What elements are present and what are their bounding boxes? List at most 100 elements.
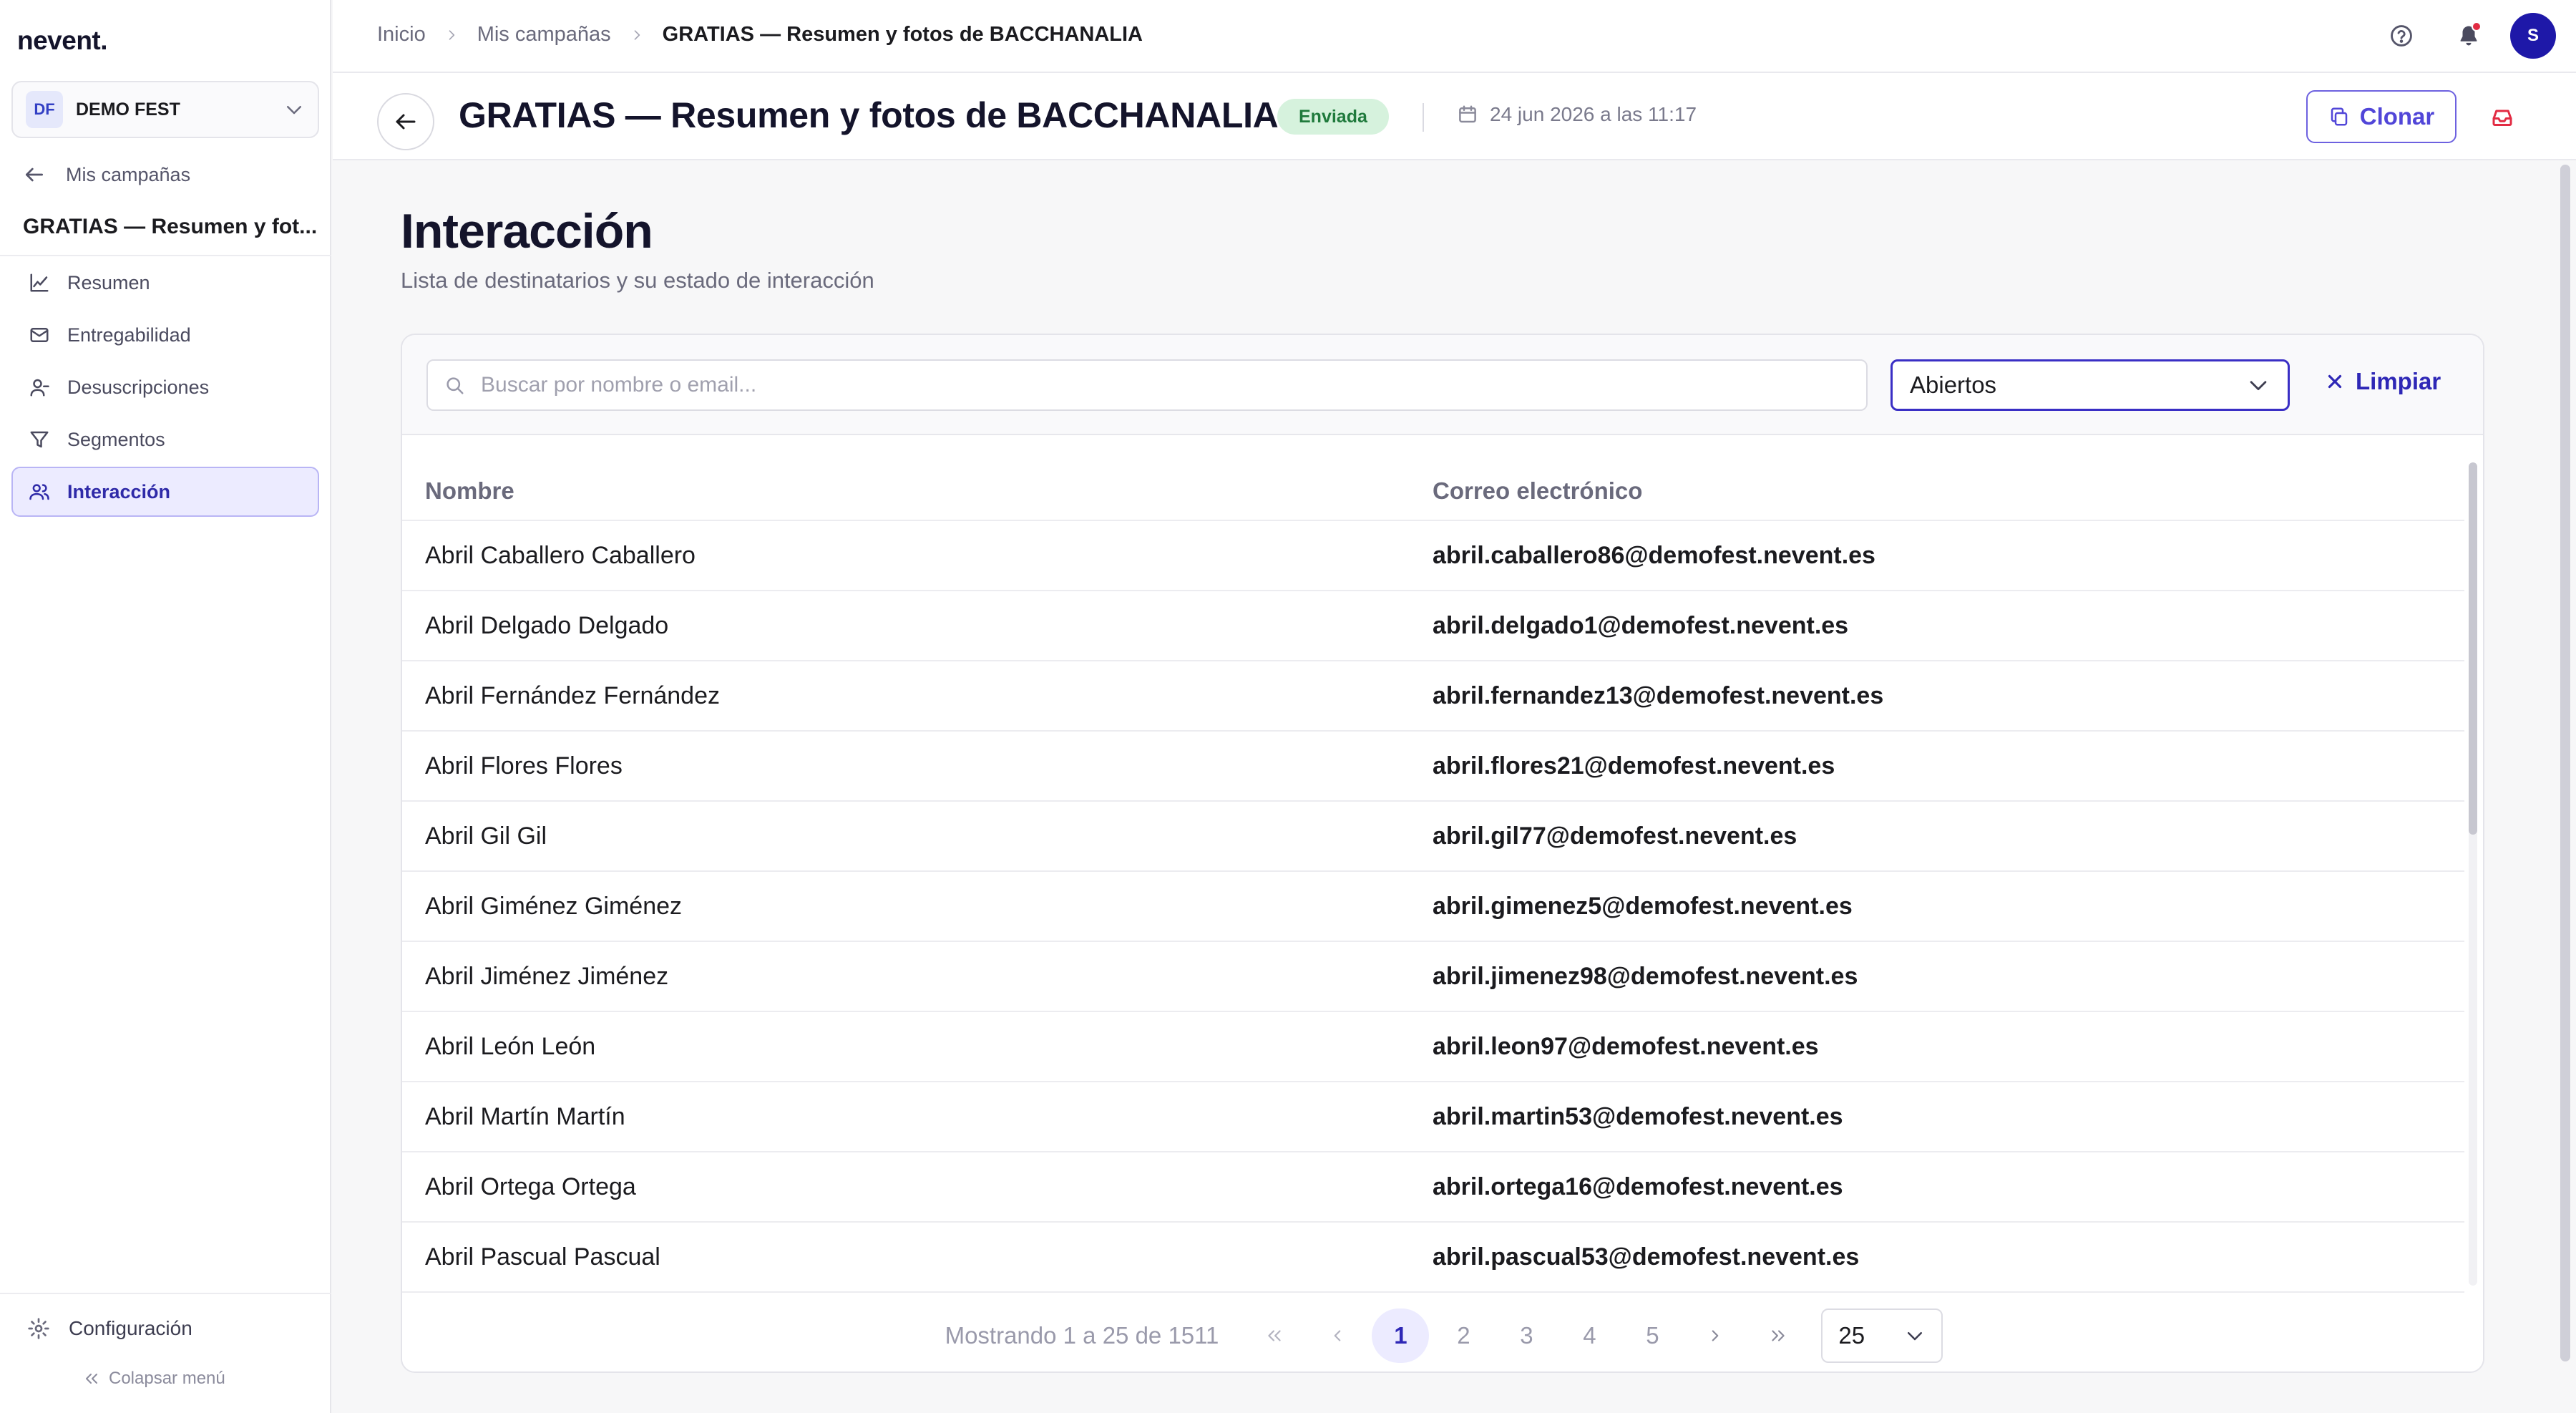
- page-button-5[interactable]: 5: [1624, 1308, 1681, 1363]
- org-name: DEMO FEST: [76, 99, 180, 120]
- campaign-nav: Resumen Entregabilidad Desuscripciones S…: [11, 258, 319, 519]
- sidebar-item-segmentos[interactable]: Segmentos: [11, 414, 319, 465]
- page-button-3[interactable]: 3: [1498, 1308, 1555, 1363]
- settings-link[interactable]: Configuración: [27, 1317, 192, 1340]
- back-button[interactable]: [377, 93, 434, 150]
- recipient-name: Abril Gil Gil: [425, 822, 547, 850]
- recipient-name: Abril Fernández Fernández: [425, 681, 721, 709]
- recipient-name: Abril Pascual Pascual: [425, 1243, 660, 1271]
- clone-button[interactable]: Clonar: [2306, 90, 2457, 143]
- sidebar: nevent. DF DEMO FEST Mis campañas GRATIA…: [0, 0, 331, 1413]
- collapse-menu-button[interactable]: Colapsar menú: [83, 1369, 225, 1389]
- table-row[interactable]: Abril León León abril.leon97@demofest.nev…: [402, 1012, 2464, 1082]
- chart-line-icon: [29, 272, 50, 293]
- section-subtitle: Lista de destinatarios y su estado de in…: [401, 268, 874, 293]
- table-row[interactable]: Abril Flores Flores abril.flores21@demofe…: [402, 732, 2464, 802]
- org-initials-badge: DF: [26, 91, 63, 128]
- pagination: Mostrando 1 a 25 de 1511 1 2 3 4 5 25: [402, 1297, 2483, 1371]
- status-filter-select[interactable]: Abiertos: [1890, 359, 2290, 411]
- first-page-button[interactable]: [1246, 1308, 1303, 1363]
- gear-icon: [27, 1317, 50, 1340]
- table-row[interactable]: Abril Pascual Pascual abril.pascual53@dem…: [402, 1223, 2464, 1293]
- sidebar-item-label: Resumen: [67, 271, 150, 293]
- breadcrumb-campaigns[interactable]: Mis campañas: [477, 23, 611, 47]
- chevrons-left-icon: [83, 1370, 100, 1387]
- table-row[interactable]: Abril Gil Gil abril.gil77@demofest.nevent…: [402, 802, 2464, 872]
- notification-dot: [2472, 21, 2482, 31]
- help-circle-icon: [2389, 24, 2414, 48]
- recipient-email: abril.delgado1@demofest.nevent.es: [1433, 611, 1849, 639]
- table-scrollbar-thumb[interactable]: [2469, 462, 2477, 835]
- notifications-button[interactable]: [2446, 13, 2492, 59]
- mail-icon: [29, 324, 50, 346]
- table-row[interactable]: Abril Martín Martín abril.martin53@demofe…: [402, 1082, 2464, 1152]
- sidebar-item-entregabilidad[interactable]: Entregabilidad: [11, 310, 319, 360]
- page-button-1[interactable]: 1: [1372, 1308, 1430, 1363]
- sent-date-text: 24 jun 2026 a las 11:17: [1490, 103, 1697, 125]
- chevrons-right-icon: [1769, 1326, 1787, 1345]
- recipient-email: abril.leon97@demofest.nevent.es: [1433, 1032, 1819, 1060]
- help-button[interactable]: [2379, 13, 2424, 59]
- back-to-campaigns-link[interactable]: Mis campañas: [23, 163, 190, 186]
- recipient-name: Abril Flores Flores: [425, 752, 623, 780]
- sidebar-item-desuscripciones[interactable]: Desuscripciones: [11, 362, 319, 412]
- sidebar-item-label: Desuscripciones: [67, 376, 210, 398]
- chevron-right-icon: [1706, 1326, 1724, 1345]
- chevron-right-icon: [630, 28, 644, 42]
- search-input[interactable]: [481, 373, 1840, 397]
- pagination-info: Mostrando 1 a 25 de 1511: [945, 1322, 1219, 1349]
- table-row[interactable]: Abril Delgado Delgado abril.delgado1@demo…: [402, 591, 2464, 661]
- organization-selector[interactable]: DF DEMO FEST: [11, 81, 319, 138]
- recipient-email: abril.ortega16@demofest.nevent.es: [1433, 1172, 1843, 1200]
- table-body: Abril Caballero Caballero abril.caballero…: [402, 521, 2464, 1293]
- table-row[interactable]: Abril Jiménez Jiménez abril.jimenez98@dem…: [402, 942, 2464, 1012]
- chevron-left-icon: [1328, 1326, 1347, 1345]
- arrow-left-icon: [23, 163, 46, 186]
- user-avatar[interactable]: S: [2510, 13, 2556, 59]
- recipient-email: abril.jimenez98@demofest.nevent.es: [1433, 962, 1858, 990]
- table-row[interactable]: Abril Caballero Caballero abril.caballero…: [402, 521, 2464, 591]
- search-field[interactable]: [426, 359, 1868, 411]
- back-link-label: Mis campañas: [66, 163, 191, 185]
- status-filter-value: Abiertos: [1910, 372, 1997, 398]
- clear-filters-label: Limpiar: [2356, 368, 2441, 394]
- inbox-icon: [2489, 105, 2515, 130]
- settings-label: Configuración: [69, 1317, 192, 1339]
- recipient-email: abril.flores21@demofest.nevent.es: [1433, 752, 1835, 780]
- page-title: GRATIAS — Resumen y fotos de BACCHANALIA: [459, 95, 1279, 135]
- page-scrollbar-thumb[interactable]: [2560, 165, 2570, 1361]
- filter-icon: [29, 429, 50, 450]
- table-row[interactable]: Abril Giménez Giménez abril.gimenez5@demo…: [402, 872, 2464, 942]
- page-size-select[interactable]: 25: [1821, 1308, 1943, 1363]
- recipient-email: abril.gimenez5@demofest.nevent.es: [1433, 892, 1853, 920]
- sidebar-item-interaccion[interactable]: Interacción: [11, 467, 319, 517]
- clear-filters-button[interactable]: Limpiar: [2324, 368, 2441, 395]
- page-button-2[interactable]: 2: [1435, 1308, 1492, 1363]
- page-button-4[interactable]: 4: [1561, 1308, 1618, 1363]
- recipient-name: Abril Jiménez Jiménez: [425, 962, 669, 990]
- table-row[interactable]: Abril Ortega Ortega abril.ortega16@demofe…: [402, 1152, 2464, 1223]
- page-size-value: 25: [1838, 1322, 1865, 1349]
- prev-page-button[interactable]: [1309, 1308, 1366, 1363]
- breadcrumb-home[interactable]: Inicio: [377, 23, 426, 47]
- column-header-name[interactable]: Nombre: [402, 477, 1433, 505]
- inbox-button[interactable]: [2479, 94, 2525, 140]
- sidebar-item-resumen[interactable]: Resumen: [11, 258, 319, 308]
- user-minus-icon: [29, 377, 50, 398]
- sidebar-item-label: Segmentos: [67, 428, 165, 450]
- next-page-button[interactable]: [1687, 1308, 1744, 1363]
- table-row[interactable]: Abril Fernández Fernández abril.fernandez…: [402, 661, 2464, 732]
- recipients-table: Nombre Correo electrónico Abril Caballer…: [402, 462, 2464, 1293]
- last-page-button[interactable]: [1750, 1308, 1807, 1363]
- divider: [0, 1293, 331, 1294]
- recipient-name: Abril León León: [425, 1032, 596, 1060]
- users-icon: [29, 481, 50, 502]
- breadcrumb-current: GRATIAS — Resumen y fotos de BACCHANALIA: [662, 23, 1143, 46]
- arrow-left-icon: [393, 109, 419, 135]
- top-actions: S: [2379, 13, 2556, 59]
- app-logo[interactable]: nevent.: [17, 26, 108, 56]
- table-scrollbar[interactable]: [2469, 462, 2477, 1286]
- column-header-email[interactable]: Correo electrónico: [1433, 477, 1642, 505]
- section-title: Interacción: [401, 204, 653, 258]
- page-scrollbar[interactable]: [2560, 165, 2570, 1361]
